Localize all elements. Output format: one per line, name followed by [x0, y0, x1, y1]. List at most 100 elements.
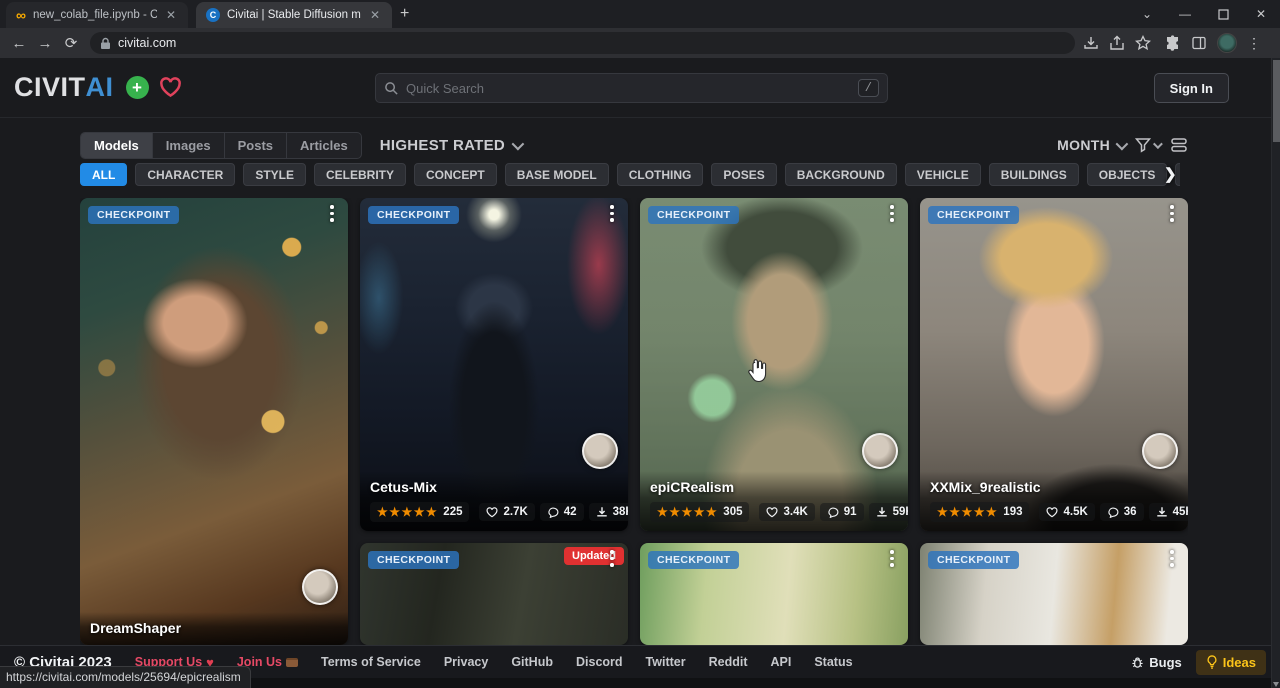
close-tab-icon[interactable]: ✕	[368, 8, 382, 22]
close-window-button[interactable]: ✕	[1242, 0, 1280, 28]
category-chip-concept[interactable]: CONCEPT	[414, 163, 497, 186]
card-menu-button[interactable]	[885, 205, 899, 222]
layout-toggle-button[interactable]	[1170, 137, 1188, 153]
tab-articles[interactable]: Articles	[287, 133, 361, 158]
category-chip-style[interactable]: STYLE	[243, 163, 306, 186]
model-card[interactable]: CHECKPOINTUpdated	[360, 543, 628, 645]
tab-title: Civitai | Stable Diffusion models,	[227, 9, 361, 21]
card-menu-button[interactable]	[605, 205, 619, 222]
creator-avatar[interactable]	[862, 433, 898, 469]
likes-pill: 3.4K	[759, 503, 814, 521]
civitai-favicon: C	[206, 8, 220, 22]
comments-icon	[547, 507, 559, 518]
period-dropdown[interactable]: MONTH	[1057, 137, 1125, 153]
footer-link-privacy[interactable]: Privacy	[444, 655, 488, 669]
url-text: civitai.com	[118, 36, 176, 50]
model-title: DreamShaper	[90, 620, 338, 636]
address-bar[interactable]: civitai.com	[90, 32, 1075, 54]
rating-pill: ★★★★★225	[370, 502, 469, 522]
category-chip-all[interactable]: ALL	[80, 163, 127, 186]
bugs-link[interactable]: Bugs	[1131, 655, 1182, 670]
filter-funnel-icon	[1135, 137, 1151, 153]
favorites-heart-icon[interactable]	[159, 77, 182, 98]
footer-link-github[interactable]: GitHub	[511, 655, 553, 669]
model-card-xxmix-9realistic[interactable]: CHECKPOINT XXMix_9realistic ★★★★★1934.5K36…	[920, 198, 1188, 531]
footer-link-terms-of-service[interactable]: Terms of Service	[321, 655, 421, 669]
scrollbar-down-arrow-icon[interactable]	[1273, 682, 1279, 687]
tab-images[interactable]: Images	[153, 133, 225, 158]
model-card-epicrealism[interactable]: CHECKPOINTepiCRealism★★★★★3053.4K9159K	[640, 198, 908, 531]
tab-strip: ∞ new_colab_file.ipynb - Colaborat ✕ C C…	[0, 0, 1280, 28]
bookmark-star-icon[interactable]	[1135, 35, 1151, 51]
ideas-button[interactable]: Ideas	[1196, 650, 1266, 675]
maximize-button[interactable]	[1204, 0, 1242, 28]
chevron-down-icon	[512, 137, 525, 150]
footer-link-twitter[interactable]: Twitter	[646, 655, 686, 669]
tab-posts[interactable]: Posts	[225, 133, 287, 158]
reload-icon[interactable]: ⟳	[58, 34, 84, 52]
card-menu-button[interactable]	[1165, 205, 1179, 222]
model-title: Cetus-Mix	[370, 479, 618, 495]
chevron-down-icon	[1153, 139, 1163, 149]
sort-dropdown[interactable]: HIGHEST RATED	[380, 137, 521, 154]
model-card-cetus-mix[interactable]: CHECKPOINTCetus-Mix★★★★★2252.7K4238K	[360, 198, 628, 531]
category-chip-clothing[interactable]: CLOTHING	[617, 163, 704, 186]
model-card[interactable]: CHECKPOINT	[920, 543, 1188, 645]
back-icon[interactable]: ←	[6, 35, 32, 52]
creator-avatar[interactable]	[582, 433, 618, 469]
forward-icon[interactable]: →	[32, 35, 58, 52]
model-title: epiCRealism	[650, 479, 898, 495]
browser-tab-colab[interactable]: ∞ new_colab_file.ipynb - Colaborat ✕	[6, 2, 188, 28]
footer-link-reddit[interactable]: Reddit	[709, 655, 748, 669]
close-tab-icon[interactable]: ✕	[164, 8, 178, 22]
extensions-icon[interactable]	[1165, 35, 1181, 51]
civitai-logo[interactable]: CIVITAI	[14, 72, 114, 103]
footer-link-api[interactable]: API	[770, 655, 791, 669]
grid-column: CHECKPOINTDreamShaper	[80, 198, 348, 645]
chips-scroll-right-icon[interactable]: ❯	[1164, 165, 1177, 183]
rows-layout-icon	[1170, 137, 1188, 153]
minimize-button[interactable]: —	[1166, 0, 1204, 28]
model-type-badge: CHECKPOINT	[648, 551, 739, 569]
new-tab-button[interactable]: +	[400, 5, 409, 23]
model-type-badge: CHECKPOINT	[368, 206, 459, 224]
category-chip-base-model[interactable]: BASE MODEL	[505, 163, 609, 186]
category-chip-buildings[interactable]: BUILDINGS	[989, 163, 1079, 186]
category-chip-objects[interactable]: OBJECTS	[1087, 163, 1168, 186]
create-plus-button[interactable]: +	[126, 76, 149, 99]
profile-avatar[interactable]	[1217, 33, 1237, 53]
sign-in-button[interactable]: Sign In	[1154, 73, 1229, 103]
category-chip-poses[interactable]: POSES	[711, 163, 776, 186]
card-menu-button[interactable]	[325, 205, 339, 222]
filter-dropdown[interactable]	[1135, 137, 1160, 153]
site-header: CIVITAI + Quick Search / Sign In	[0, 58, 1271, 118]
card-menu-button[interactable]	[1165, 550, 1179, 567]
share-icon[interactable]	[1109, 35, 1125, 51]
search-placeholder: Quick Search	[406, 81, 858, 96]
tab-search-icon[interactable]: ⌄	[1128, 0, 1166, 28]
tab-models[interactable]: Models	[81, 133, 153, 158]
model-type-badge: CHECKPOINT	[928, 206, 1019, 224]
category-chip-celebrity[interactable]: CELEBRITY	[314, 163, 406, 186]
search-input[interactable]: Quick Search /	[375, 73, 888, 103]
download-icon[interactable]	[1083, 35, 1099, 51]
creator-avatar[interactable]	[1142, 433, 1178, 469]
star-icons: ★★★★★	[377, 505, 438, 519]
side-panel-icon[interactable]	[1191, 35, 1207, 51]
browser-tab-civitai[interactable]: C Civitai | Stable Diffusion models, ✕	[196, 2, 392, 28]
model-card-dreamshaper[interactable]: CHECKPOINTDreamShaper	[80, 198, 348, 645]
category-chip-background[interactable]: BACKGROUND	[785, 163, 897, 186]
model-title: XXMix_9realistic	[930, 479, 1178, 495]
browser-menu-icon[interactable]: ⋮	[1247, 35, 1261, 52]
card-menu-button[interactable]	[605, 550, 619, 567]
model-stats: ★★★★★1934.5K3645K	[930, 502, 1178, 522]
category-chip-character[interactable]: CHARACTER	[135, 163, 235, 186]
card-menu-button[interactable]	[885, 550, 899, 567]
model-card[interactable]: CHECKPOINT	[640, 543, 908, 645]
creator-avatar[interactable]	[302, 569, 338, 605]
category-chip-vehicle[interactable]: VEHICLE	[905, 163, 981, 186]
footer-link-status[interactable]: Status	[814, 655, 852, 669]
scrollbar-thumb[interactable]	[1273, 60, 1280, 142]
footer-link-discord[interactable]: Discord	[576, 655, 623, 669]
page-scrollbar[interactable]	[1271, 58, 1280, 688]
